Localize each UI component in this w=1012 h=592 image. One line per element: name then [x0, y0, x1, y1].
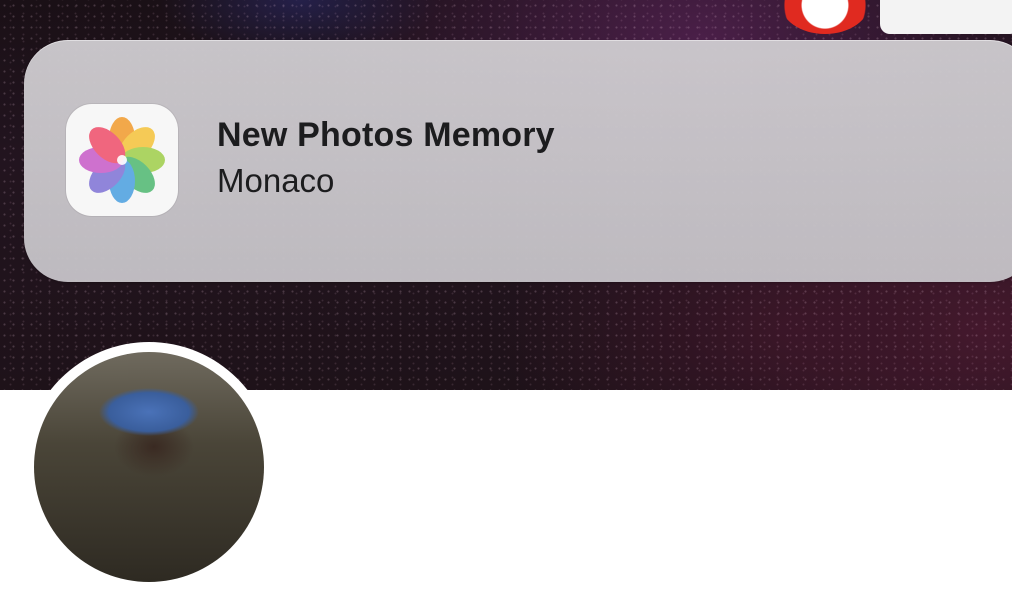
notification-body: Monaco [217, 162, 335, 199]
photos-app-icon [66, 104, 178, 216]
notification-banner[interactable]: New Photos Memory Monaco [24, 40, 1012, 282]
notification-title: New Photos Memory [217, 116, 555, 154]
avatar-photo [34, 352, 264, 582]
profile-avatar[interactable] [24, 342, 274, 592]
photos-flower-icon [79, 117, 165, 203]
wallpaper-sign [880, 0, 1012, 34]
